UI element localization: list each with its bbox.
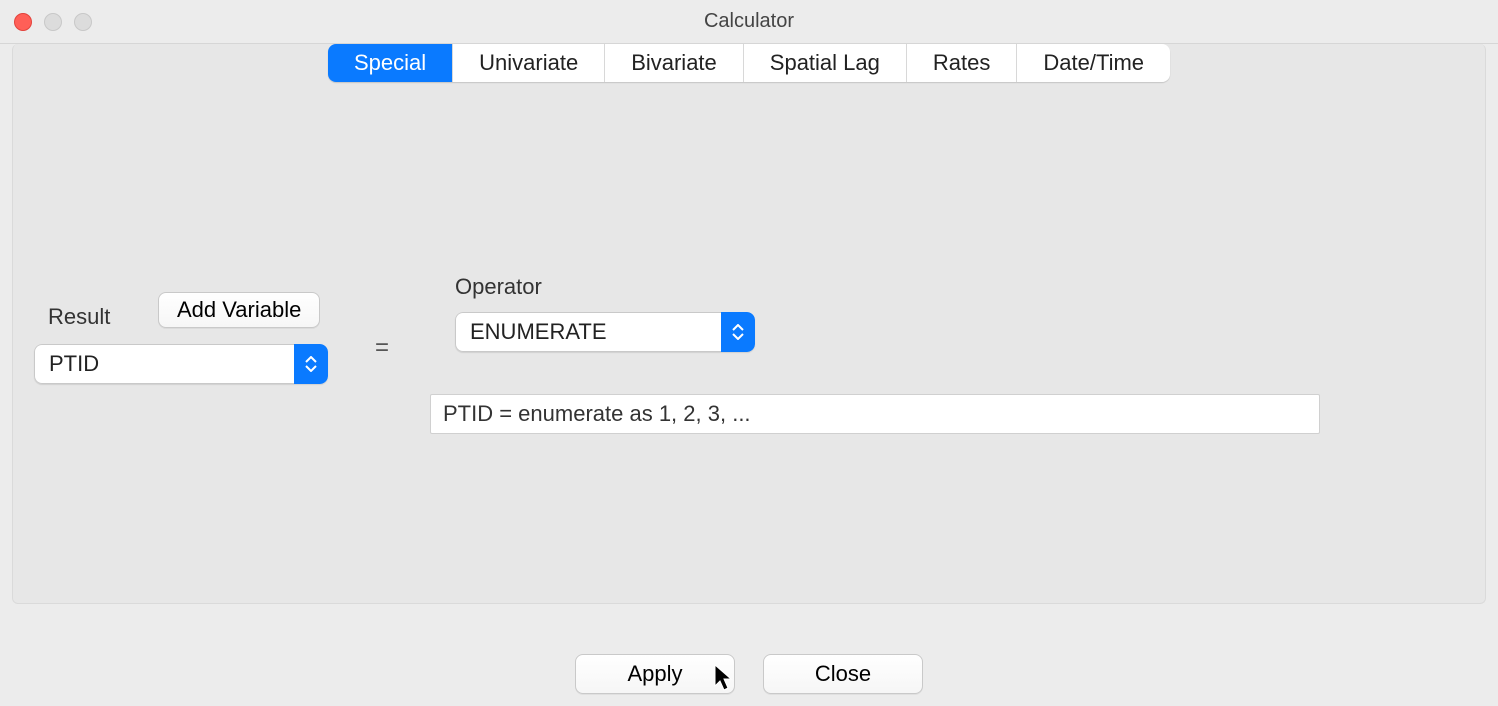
add-variable-button[interactable]: Add Variable: [158, 292, 320, 328]
dialog-footer: Apply Close: [0, 654, 1498, 694]
minimize-window-button[interactable]: [44, 13, 62, 31]
result-select[interactable]: PTID: [34, 344, 328, 384]
dropdown-arrows-icon: [294, 344, 328, 384]
titlebar: Calculator: [0, 0, 1498, 44]
operator-label: Operator: [455, 274, 542, 300]
tab-bivariate[interactable]: Bivariate: [605, 44, 744, 82]
tab-special[interactable]: Special: [328, 44, 453, 82]
zoom-window-button[interactable]: [74, 13, 92, 31]
tab-rates[interactable]: Rates: [907, 44, 1017, 82]
apply-button[interactable]: Apply: [575, 654, 735, 694]
tab-bar: Special Univariate Bivariate Spatial Lag…: [328, 44, 1170, 82]
operator-select[interactable]: ENUMERATE: [455, 312, 755, 352]
expression-preview: PTID = enumerate as 1, 2, 3, ...: [430, 394, 1320, 434]
window-controls: [14, 13, 92, 31]
result-select-value: PTID: [34, 344, 294, 384]
tab-spatial-lag[interactable]: Spatial Lag: [744, 44, 907, 82]
close-window-button[interactable]: [14, 13, 32, 31]
tab-date-time[interactable]: Date/Time: [1017, 44, 1170, 82]
dropdown-arrows-icon: [721, 312, 755, 352]
tab-univariate[interactable]: Univariate: [453, 44, 605, 82]
equals-label: =: [375, 334, 389, 362]
close-button[interactable]: Close: [763, 654, 923, 694]
window-title: Calculator: [0, 10, 1498, 33]
operator-select-value: ENUMERATE: [455, 312, 721, 352]
result-label: Result: [48, 304, 110, 330]
